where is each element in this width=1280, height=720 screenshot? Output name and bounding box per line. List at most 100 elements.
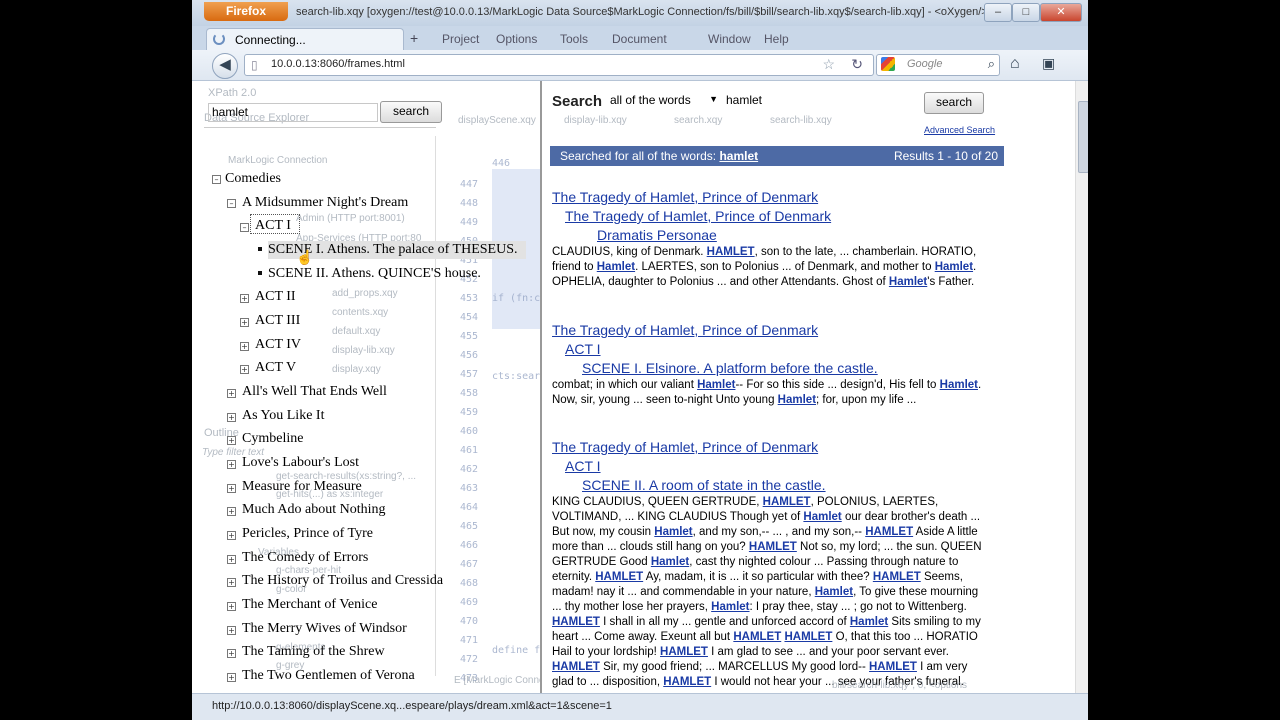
vertical-scrollbar[interactable] [1075, 81, 1088, 693]
tree-play[interactable]: The History of Troilus and Cressida [242, 573, 443, 589]
expand-icon[interactable]: + [227, 413, 236, 422]
tree-play[interactable]: The Merry Wives of Windsor [242, 621, 407, 637]
hit-highlight: HAMLET [784, 631, 833, 643]
hit-highlight: Hamlet [849, 616, 889, 628]
tree-play[interactable]: Love's Labour's Lost [242, 455, 359, 471]
background-window-title: search-lib.xqy [oxygen://test@10.0.0.13/… [296, 6, 1033, 18]
search-mode-value: all of the words [610, 93, 691, 107]
menu-tools: Tools [560, 32, 589, 46]
expand-icon[interactable]: + [240, 365, 249, 374]
ghost-ln: 449 [460, 217, 479, 228]
ghost-ln: 465 [460, 521, 479, 532]
search-button[interactable]: search [924, 92, 984, 114]
editor-tab: displayScene.xqy [458, 115, 536, 126]
tree-play[interactable]: A Midsummer Night's Dream [242, 195, 408, 211]
ghost-ln: 460 [460, 426, 479, 437]
back-arrow-icon[interactable]: ◀ [212, 53, 238, 79]
search-mode-select[interactable]: all of the words ▼ [610, 93, 720, 110]
url-bar[interactable]: ▯ 10.0.0.13:8060/frames.html ☆ ↻ [244, 54, 874, 76]
search-input[interactable]: hamlet [726, 93, 922, 110]
expand-icon[interactable]: + [227, 389, 236, 398]
file-item: display-lib.xqy [332, 345, 395, 356]
ghost-ln: 469 [460, 597, 479, 608]
tree-play[interactable]: The Merchant of Venice [242, 597, 377, 613]
tree-scene[interactable]: SCENE II. Athens. QUINCE'S house. [268, 266, 481, 282]
tree-play[interactable]: As You Like It [242, 408, 324, 424]
url-text: 10.0.0.13:8060/frames.html [271, 58, 405, 70]
expand-icon[interactable]: + [227, 555, 236, 564]
hit-highlight: Hamlet [711, 601, 750, 613]
hit-highlight: HAMLET [865, 526, 914, 538]
expand-icon[interactable]: + [227, 507, 236, 516]
tree-act[interactable]: ACT IV [255, 337, 301, 353]
home-icon[interactable]: ⌂ [1010, 55, 1020, 73]
tree-play[interactable]: Much Ado about Nothing [242, 502, 386, 518]
collapse-icon[interactable]: – [212, 175, 221, 184]
expand-icon[interactable]: + [240, 318, 249, 327]
result-title[interactable]: The Tragedy of Hamlet, Prince of Denmark [552, 322, 818, 338]
tree-play[interactable]: Measure for Measure [242, 479, 362, 495]
tree-act[interactable]: ACT II [255, 289, 296, 305]
results-count: Results 1 - 10 of 20 [893, 149, 998, 163]
new-tab-icon[interactable]: + [410, 30, 418, 46]
result-subtitle[interactable]: ACT I [565, 458, 601, 474]
status-bar: http://10.0.0.13:8060/displayScene.xq...… [192, 680, 1088, 720]
google-icon [881, 57, 895, 71]
tree-act[interactable]: ACT III [255, 313, 300, 329]
expand-icon[interactable]: + [240, 342, 249, 351]
minimize-icon[interactable]: – [984, 3, 1012, 22]
collapse-icon[interactable]: – [227, 199, 236, 208]
maximize-icon[interactable]: □ [1012, 3, 1040, 22]
tree-play[interactable]: Pericles, Prince of Tyre [242, 526, 373, 542]
result-subtitle[interactable]: SCENE II. A room of state in the castle. [582, 477, 826, 493]
result-subtitle[interactable]: The Tragedy of Hamlet, Prince of Denmark [565, 208, 831, 224]
search-icon[interactable]: ⌕ [988, 56, 995, 72]
close-icon[interactable]: ✕ [1040, 3, 1082, 22]
tree-play[interactable]: The Comedy of Errors [242, 550, 368, 566]
tree-root-comedies[interactable]: Comedies [225, 171, 281, 187]
ghost-ln: 468 [460, 578, 479, 589]
expand-icon[interactable]: + [227, 436, 236, 445]
scrollbar-thumb[interactable] [1078, 101, 1088, 173]
browser-tab[interactable]: Connecting... [206, 28, 404, 51]
ghost-code: cts:search(//element()[fn:name(.) = $g-e… [492, 371, 540, 382]
bookmark-star-icon[interactable]: ☆ [822, 56, 835, 73]
tree-play[interactable]: The Taming of the Shrew [242, 644, 385, 660]
expand-icon[interactable]: + [227, 602, 236, 611]
result-subtitle[interactable]: Dramatis Personae [597, 227, 717, 243]
tree-act[interactable]: ACT I [255, 218, 291, 234]
expand-icon[interactable]: + [227, 531, 236, 540]
hit-highlight: Hamlet [777, 394, 817, 406]
expand-icon[interactable]: + [227, 578, 236, 587]
result-subtitle[interactable]: SCENE I. Elsinore. A platform before the… [582, 360, 878, 376]
tree-act[interactable]: ACT V [255, 360, 296, 376]
ghost-ln: 448 [460, 198, 479, 209]
result-title[interactable]: The Tragedy of Hamlet, Prince of Denmark [552, 189, 818, 205]
result-subtitle[interactable]: ACT I [565, 341, 601, 357]
hit-highlight: HAMLET [733, 631, 782, 643]
addons-icon[interactable]: ▣ [1042, 55, 1055, 72]
tree-play[interactable]: The Two Gentlemen of Verona [242, 668, 415, 684]
left-search-input[interactable]: hamlet [208, 103, 378, 122]
expand-icon[interactable]: + [240, 294, 249, 303]
expand-icon[interactable]: + [227, 649, 236, 658]
title-bar: Firefox search-lib.xqy [oxygen://test@10… [192, 0, 1088, 26]
reload-icon[interactable]: ↻ [851, 56, 863, 73]
expand-icon[interactable]: + [227, 484, 236, 493]
firefox-menu-button[interactable]: Firefox [204, 2, 288, 21]
file-item: contents.xqy [332, 307, 389, 318]
chevron-down-icon: ▼ [709, 94, 718, 104]
web-search-box[interactable]: Google ⌕ [876, 54, 1000, 76]
hit-highlight: HAMLET [552, 616, 600, 628]
expand-icon[interactable]: + [227, 626, 236, 635]
ghost-ln: 463 [460, 483, 479, 494]
tree-play[interactable]: All's Well That Ends Well [242, 384, 387, 400]
left-search-button[interactable]: search [380, 101, 442, 123]
expand-icon[interactable]: + [227, 460, 236, 469]
result-title[interactable]: The Tragedy of Hamlet, Prince of Denmark [552, 439, 818, 455]
collapse-icon[interactable]: – [240, 223, 249, 232]
tree-play[interactable]: Cymbeline [242, 431, 303, 447]
ghost-ln: 453 [460, 293, 479, 304]
advanced-search-link[interactable]: Advanced Search [924, 125, 995, 135]
expand-icon[interactable]: + [227, 673, 236, 682]
